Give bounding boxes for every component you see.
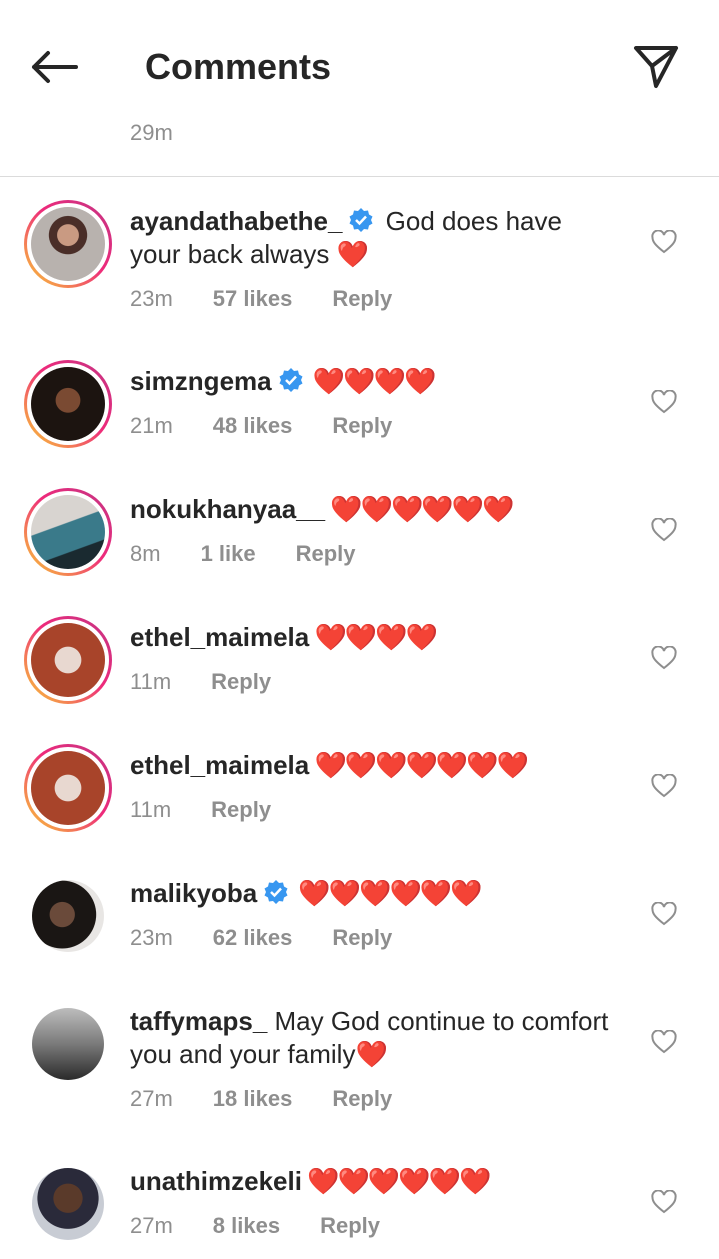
comment-username[interactable]: ethel_maimela [130, 750, 309, 780]
arrow-left-icon [32, 51, 78, 83]
reply-button[interactable]: Reply [211, 669, 271, 695]
comment-meta: 11m Reply [130, 797, 271, 823]
heart-outline-icon[interactable] [651, 230, 677, 254]
comment-text: ayandathabethe_ God does have your back … [130, 205, 610, 271]
comment-username[interactable]: malikyoba [130, 878, 257, 908]
avatar[interactable] [24, 744, 112, 832]
avatar[interactable] [32, 880, 104, 952]
share-button[interactable] [630, 42, 682, 92]
avatar[interactable] [24, 616, 112, 704]
likes-count[interactable]: 18 likes [213, 1086, 293, 1112]
comment-time: 21m [130, 413, 173, 438]
likes-count[interactable]: 57 likes [213, 286, 293, 312]
comment-meta: 11m Reply [130, 669, 271, 695]
back-button[interactable] [28, 44, 84, 90]
comment-body: ❤️❤️❤️❤️❤️❤️ [325, 494, 514, 524]
reply-button[interactable]: Reply [296, 541, 356, 567]
reply-button[interactable]: Reply [332, 925, 392, 951]
heart-outline-icon[interactable] [651, 1030, 677, 1054]
heart-outline-icon[interactable] [651, 646, 677, 670]
comment-username[interactable]: taffymaps_ [130, 1006, 267, 1036]
divider [0, 176, 719, 177]
comment-time: 11m [130, 669, 172, 694]
comment-text: nokukhanyaa__ ❤️❤️❤️❤️❤️❤️ [130, 493, 610, 526]
comment-body: ❤️❤️❤️❤️❤️❤️ [293, 878, 482, 908]
comment-username[interactable]: simzngema [130, 366, 272, 396]
comment-username[interactable]: nokukhanyaa__ [130, 494, 325, 524]
comment-text: malikyoba ❤️❤️❤️❤️❤️❤️ [130, 877, 610, 910]
heart-outline-icon[interactable] [651, 902, 677, 926]
verified-badge-icon [349, 208, 373, 232]
reply-button[interactable]: Reply [211, 797, 271, 823]
comment-meta: 27m 8 likes Reply [130, 1213, 380, 1239]
reply-button[interactable]: Reply [332, 286, 392, 312]
caption-timestamp: 29m [130, 120, 173, 145]
reply-button[interactable]: Reply [332, 1086, 392, 1112]
reply-button[interactable]: Reply [332, 413, 392, 439]
paper-plane-icon [634, 46, 678, 88]
comment-meta: 21m 48 likes Reply [130, 413, 392, 439]
verified-badge-icon [279, 368, 303, 392]
comment-body: ❤️❤️❤️❤️❤️❤️❤️ [309, 750, 529, 780]
comment-meta: 8m 1 like Reply [130, 541, 356, 567]
reply-button[interactable]: Reply [320, 1213, 380, 1239]
comment-text: ethel_maimela ❤️❤️❤️❤️❤️❤️❤️ [130, 749, 610, 782]
comment-time: 23m [130, 286, 173, 311]
comment-username[interactable]: unathimzekeli [130, 1166, 302, 1196]
comment-text: ethel_maimela ❤️❤️❤️❤️ [130, 621, 610, 654]
comment-meta: 23m 57 likes Reply [130, 286, 392, 312]
comment-body: ❤️❤️❤️❤️❤️❤️ [301, 1166, 491, 1196]
header-bar: Comments [0, 0, 719, 120]
avatar[interactable] [24, 200, 112, 288]
avatar[interactable] [24, 488, 112, 576]
comment-text: simzngema ❤️❤️❤️❤️ [130, 365, 610, 398]
comment-username[interactable]: ethel_maimela [130, 622, 309, 652]
comment-meta: 27m 18 likes Reply [130, 1086, 392, 1112]
avatar[interactable] [32, 1008, 104, 1080]
avatar[interactable] [32, 1168, 104, 1240]
comment-text: unathimzekeli ❤️❤️❤️❤️❤️❤️ [130, 1165, 610, 1198]
likes-count[interactable]: 48 likes [213, 413, 293, 439]
comment-meta: 23m 62 likes Reply [130, 925, 392, 951]
verified-badge-icon [264, 880, 288, 904]
comment-username[interactable]: ayandathabethe_ [130, 206, 342, 236]
heart-outline-icon[interactable] [651, 1190, 677, 1214]
comment-text: taffymaps_ May God continue to comfort y… [130, 1005, 610, 1071]
heart-outline-icon[interactable] [651, 774, 677, 798]
heart-outline-icon[interactable] [651, 390, 677, 414]
page-title: Comments [145, 46, 332, 87]
comment-body: ❤️❤️❤️❤️ [307, 366, 436, 396]
comment-time: 23m [130, 925, 173, 950]
comment-time: 11m [130, 797, 172, 822]
likes-count[interactable]: 8 likes [213, 1213, 280, 1239]
comment-body: ❤️❤️❤️❤️ [309, 622, 437, 652]
heart-outline-icon[interactable] [651, 518, 677, 542]
likes-count[interactable]: 62 likes [213, 925, 293, 951]
comment-time: 27m [130, 1213, 173, 1238]
avatar[interactable] [24, 360, 112, 448]
comment-time: 27m [130, 1086, 173, 1111]
likes-count[interactable]: 1 like [201, 541, 256, 567]
comment-time: 8m [130, 541, 161, 566]
